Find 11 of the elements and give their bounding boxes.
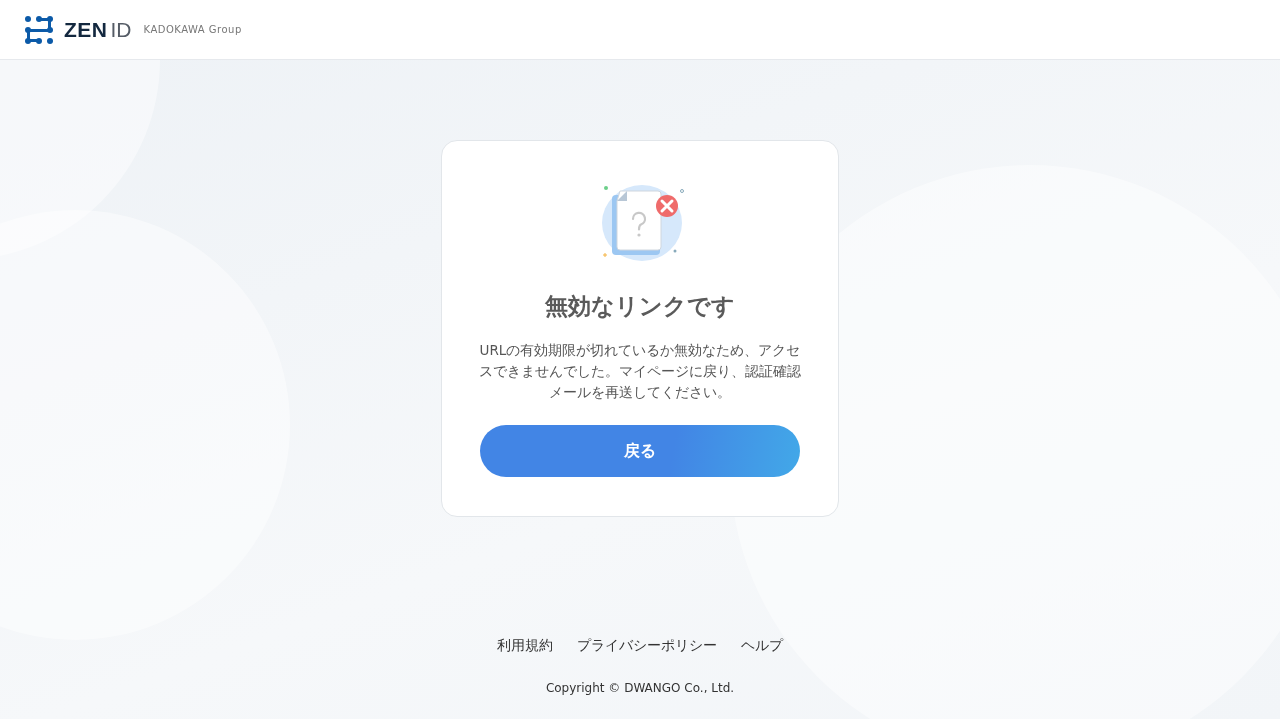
footer-link[interactable]: ヘルプ	[741, 637, 783, 655]
logo-wordmark-suffix: ID	[110, 17, 132, 42]
footer-link[interactable]: 利用規約	[497, 637, 553, 655]
logo-icon	[24, 14, 54, 45]
error-title: 無効なリンクです	[545, 292, 735, 321]
footer-link[interactable]: プライバシーポリシー	[577, 637, 717, 655]
logo-wordmark: ZEN	[64, 17, 108, 42]
group-label: KADOKAWA Group	[143, 24, 242, 35]
back-button[interactable]: 戻る	[480, 425, 800, 477]
copyright-text: Copyright © DWANGO Co., Ltd.	[545, 681, 735, 695]
error-message: URLの有効期限が切れているか無効なため、アクセスできませんでした。マイページに戻り、認証確認メールを再送してください。	[478, 341, 802, 402]
